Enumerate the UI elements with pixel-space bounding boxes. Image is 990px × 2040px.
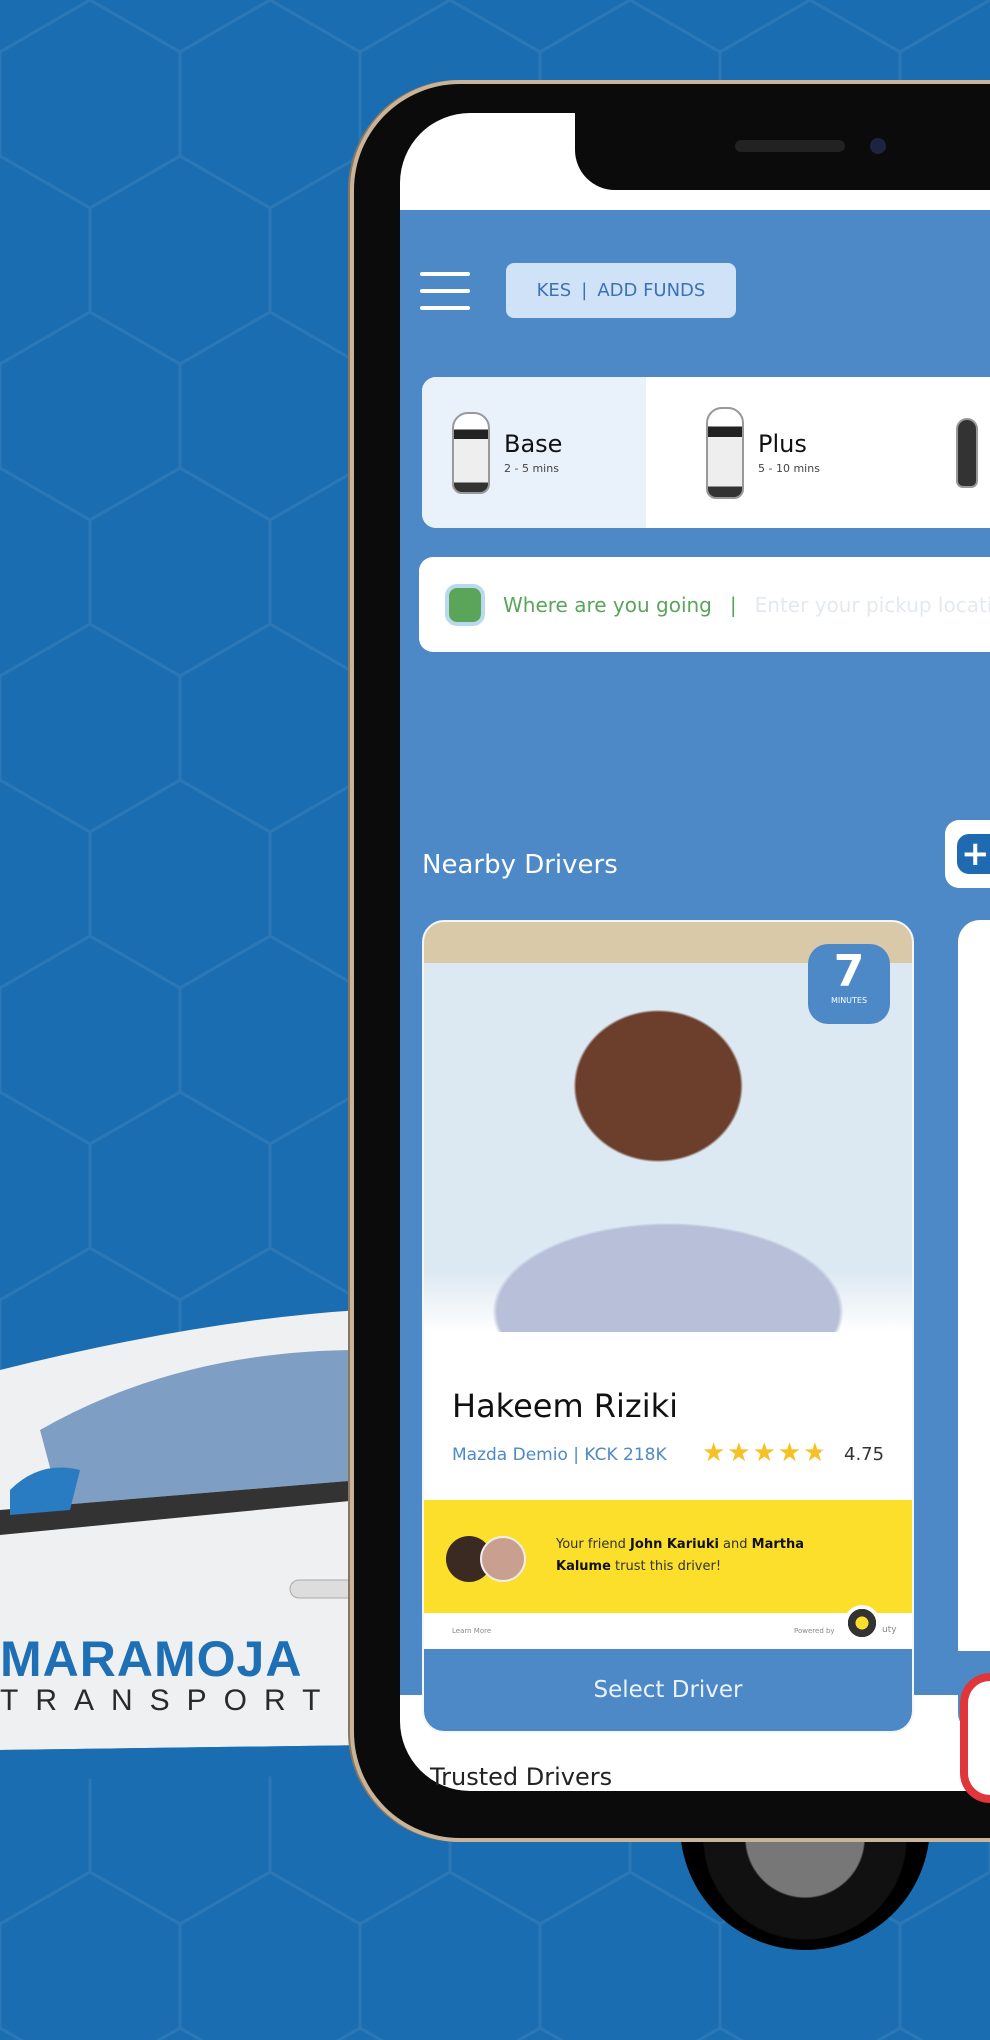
eta-badge: 7 MINUTES xyxy=(808,944,890,1024)
rating-value: 4.75 xyxy=(844,1444,885,1465)
friend-avatar xyxy=(480,1536,526,1582)
add-funds-label: ADD FUNDS xyxy=(597,280,706,301)
phone-screen: KES | ADD FUNDS Base 2 - 5 mins Plus 5 - 1… xyxy=(400,113,990,1803)
brand-name: MARAMOJA xyxy=(0,1631,303,1687)
destination-search[interactable]: Where are you going | xyxy=(419,557,990,652)
vehicle-name: Plus xyxy=(758,430,807,458)
location-dot-icon xyxy=(445,583,485,626)
add-funds-button[interactable]: KES | ADD FUNDS xyxy=(506,263,736,318)
camera-icon xyxy=(870,138,886,154)
driver-vehicle: Mazda Demio | KCK 218K xyxy=(452,1445,667,1465)
learn-more-link[interactable]: Learn More xyxy=(452,1627,491,1635)
star-rating: ★★★★★ xyxy=(702,1438,829,1468)
select-driver-button[interactable]: Select Driver xyxy=(424,1649,912,1731)
vehicle-option-plus[interactable]: Plus 5 - 10 mins xyxy=(646,377,866,528)
nearby-drivers-title: Nearby Drivers xyxy=(422,850,618,880)
trust-text: Your friend John Kariuki and Martha Kalu… xyxy=(556,1537,805,1574)
currency-label: KES xyxy=(536,280,572,301)
driver-name: Hakeem Riziki xyxy=(452,1387,679,1425)
trust-banner: Your friend John Kariuki and Martha Kalu… xyxy=(424,1500,912,1613)
pickup-location-input[interactable] xyxy=(754,592,990,617)
van-top-icon xyxy=(706,406,744,499)
vehicle-selector: Base 2 - 5 mins Plus 5 - 10 mins xyxy=(422,377,990,528)
trusted-drivers-title: Trusted Drivers xyxy=(430,1763,613,1791)
driver-card[interactable]: 7 MINUTES Hakeem Riziki Mazda Demio | KCK… xyxy=(422,920,914,1733)
add-button[interactable]: + xyxy=(945,820,990,888)
vehicle-eta: 5 - 10 mins xyxy=(758,462,820,475)
vehicle-option-base[interactable]: Base 2 - 5 mins xyxy=(422,377,646,528)
speaker-icon xyxy=(735,140,845,152)
vehicle-name: Base xyxy=(504,430,563,458)
driver-card-next[interactable] xyxy=(958,920,990,1733)
plus-icon: + xyxy=(957,834,990,874)
vehicle-option-motorbike[interactable] xyxy=(866,377,990,528)
uty-logo xyxy=(844,1605,880,1641)
search-label: Where are you going xyxy=(503,592,712,617)
vehicle-eta: 2 - 5 mins xyxy=(504,462,559,475)
app-main: KES | ADD FUNDS Base 2 - 5 mins Plus 5 - 1… xyxy=(400,210,990,1733)
trust-footer: Learn More Powered by uty xyxy=(424,1605,912,1653)
motorbike-icon xyxy=(956,417,978,488)
hamburger-icon[interactable] xyxy=(420,272,470,310)
car-top-icon xyxy=(452,411,490,494)
brand-tagline: TRANSPORT xyxy=(0,1684,338,1717)
sos-button[interactable] xyxy=(960,1673,990,1803)
